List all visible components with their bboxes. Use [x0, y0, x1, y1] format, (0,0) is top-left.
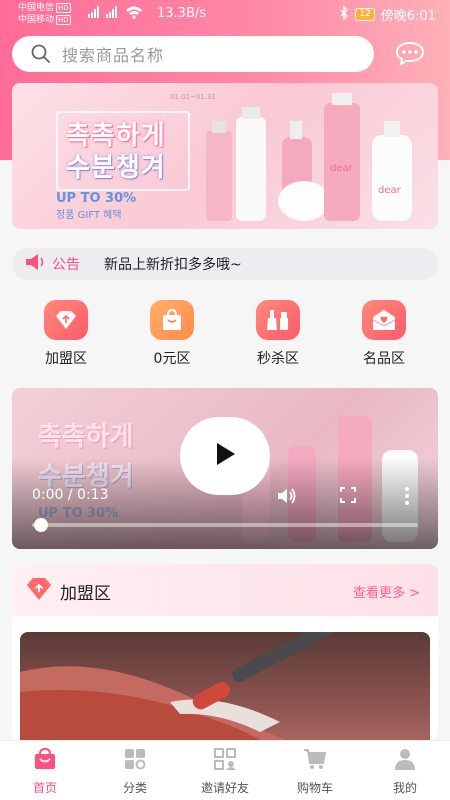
category-item-free[interactable]: 0元区	[132, 300, 212, 368]
envelope-heart-icon	[362, 300, 406, 340]
megaphone-icon	[24, 253, 46, 275]
hd-badge: HD	[56, 3, 71, 13]
product-image[interactable]	[20, 632, 430, 740]
tab-label: 首页	[32, 781, 57, 795]
cosmetics-icon	[256, 300, 300, 340]
notice-label: 公告	[52, 257, 80, 273]
home-bag-icon	[33, 747, 57, 771]
banner-gift: 정품 GIFT 혜택	[56, 210, 122, 221]
see-more-link[interactable]: 查看更多 >	[353, 582, 420, 601]
status-right: 12 傍晚6:01	[339, 4, 436, 24]
category-label: 名品区	[363, 351, 405, 367]
diamond-icon	[24, 576, 54, 602]
search-input[interactable]: 搜索商品名称	[12, 36, 374, 72]
volume-icon[interactable]	[276, 486, 298, 510]
video-progress-bar[interactable]	[32, 523, 418, 527]
category-grid: 加盟区 0元区 秒杀区 名品区	[0, 300, 450, 370]
net-speed: 13.3B/s	[157, 6, 207, 21]
search-icon	[30, 43, 52, 65]
user-icon	[393, 747, 417, 771]
video-frame-text-1: 촉촉하게	[38, 422, 134, 452]
category-label: 0元区	[153, 351, 191, 367]
category-icon	[123, 747, 147, 771]
cart-icon	[303, 747, 327, 771]
tab-label: 邀请好友	[200, 781, 249, 795]
section-title: 加盟区	[60, 584, 111, 604]
banner-product-image: dear dear	[206, 93, 412, 221]
signal-icon	[86, 4, 152, 23]
tab-label: 分类	[122, 781, 147, 795]
category-item-brand[interactable]: 名品区	[344, 300, 424, 368]
play-icon	[213, 441, 237, 471]
promo-banner[interactable]: 01.01~01.31 촉촉하게 수분챙겨 UP TO 30% 정품 GIFT …	[12, 83, 438, 229]
video-player[interactable]: 촉촉하게 수분챙겨 UP TO 30% 0:00 / 0:13	[12, 388, 438, 549]
carrier-1: 中国电信	[18, 3, 55, 13]
clock: 傍晚6:01	[380, 9, 436, 24]
fullscreen-icon[interactable]	[339, 486, 357, 508]
bluetooth-icon	[339, 4, 349, 24]
banner-brand-1: dear	[330, 163, 354, 174]
message-button[interactable]	[394, 40, 426, 68]
tab-invite[interactable]: 邀请好友	[185, 747, 265, 796]
carrier-info: 中国电信 HD 中国移动 HD	[18, 2, 71, 26]
section-header: 加盟区 查看更多 >	[12, 564, 438, 616]
banner-headline-2: 수분챙겨	[66, 153, 166, 183]
bottom-tab-bar: 首页 分类 邀请好友 购物车 我的	[0, 740, 450, 800]
category-label: 加盟区	[45, 351, 87, 367]
category-item-franchise[interactable]: 加盟区	[26, 300, 106, 368]
chat-bubble-icon	[394, 41, 426, 72]
franchise-section: 加盟区 查看更多 >	[12, 564, 438, 740]
video-time: 0:00 / 0:13	[32, 487, 109, 503]
status-bar: 中国电信 HD 中国移动 HD 13.3B/s 12 傍晚6:01	[0, 0, 450, 28]
bag-icon	[150, 300, 194, 340]
qrcode-icon	[213, 747, 237, 771]
banner-promo: UP TO 30%	[56, 191, 137, 206]
notice-bar[interactable]: 公告 新品上新折扣多多哦~	[12, 248, 438, 280]
diamond-icon	[44, 300, 88, 340]
hd-badge: HD	[56, 15, 71, 25]
tab-cart[interactable]: 购物车	[275, 747, 355, 796]
search-placeholder: 搜索商品名称	[62, 46, 165, 65]
video-progress-handle[interactable]	[34, 518, 48, 532]
carrier-2: 中国移动	[18, 15, 55, 25]
tab-label: 购物车	[296, 781, 333, 795]
more-options-icon[interactable]	[404, 486, 410, 510]
tab-home[interactable]: 首页	[5, 747, 85, 796]
tab-category[interactable]: 分类	[95, 747, 175, 796]
tab-mine[interactable]: 我的	[365, 747, 445, 796]
category-item-flash-sale[interactable]: 秒杀区	[238, 300, 318, 368]
battery-icon: 12	[355, 8, 375, 21]
notice-text: 新品上新折扣多多哦~	[104, 257, 242, 273]
tab-label: 我的	[392, 781, 417, 795]
banner-brand-2: dear	[378, 185, 402, 196]
category-label: 秒杀区	[257, 351, 299, 367]
play-button[interactable]	[180, 417, 270, 495]
